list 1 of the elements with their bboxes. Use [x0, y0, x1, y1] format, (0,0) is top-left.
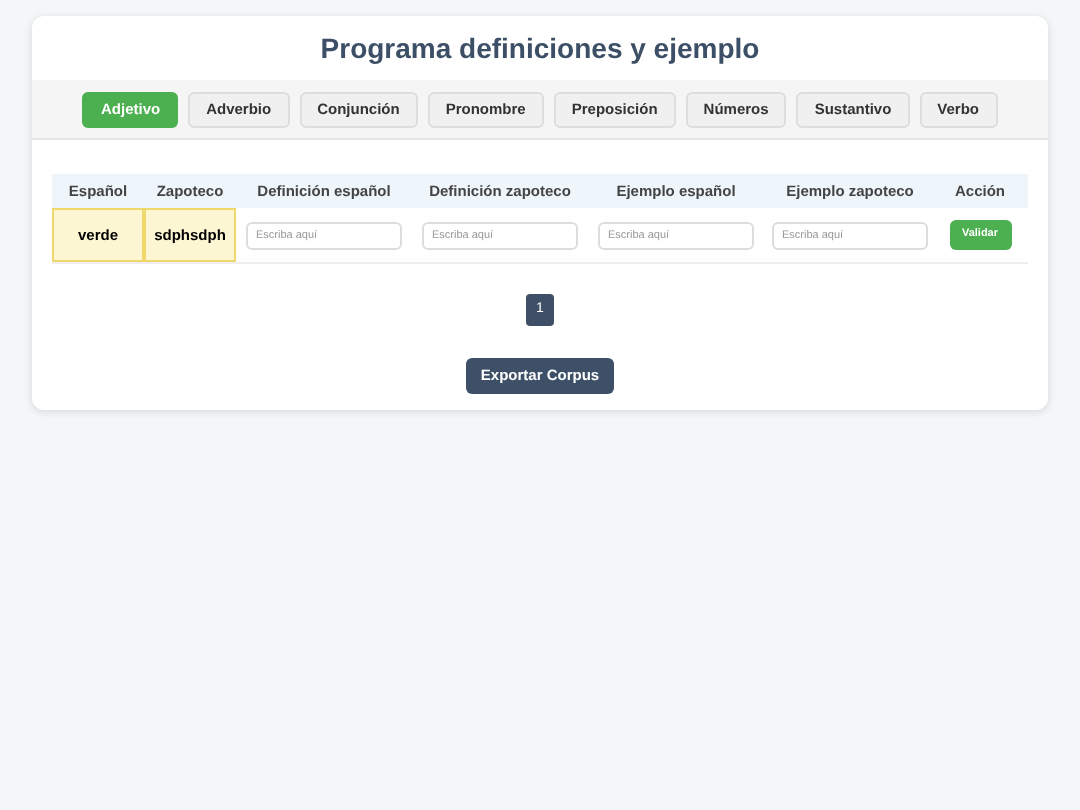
page-title: Programa definiciones y ejemplo	[320, 30, 760, 66]
